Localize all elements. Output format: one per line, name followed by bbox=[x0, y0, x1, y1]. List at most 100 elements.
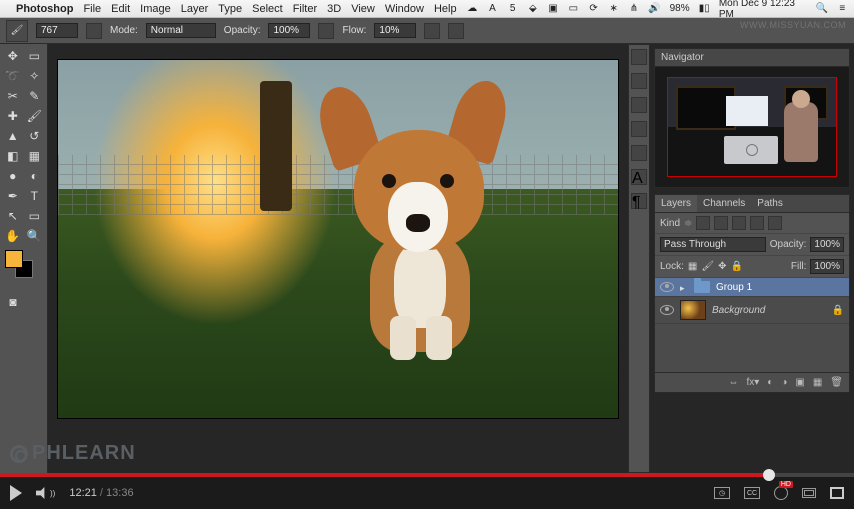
paragraph-panel-icon[interactable]: ¶ bbox=[631, 193, 647, 209]
menu-edit[interactable]: Edit bbox=[111, 3, 130, 15]
menu-image[interactable]: Image bbox=[140, 3, 171, 15]
gradient-tool-icon[interactable]: ▦ bbox=[24, 146, 46, 166]
quickmask-icon[interactable]: ◙ bbox=[2, 292, 24, 312]
play-button[interactable] bbox=[10, 485, 22, 501]
navigator-preview[interactable] bbox=[655, 67, 849, 187]
menu-help[interactable]: Help bbox=[434, 3, 457, 15]
menu-file[interactable]: File bbox=[83, 3, 101, 15]
watch-later-icon[interactable]: ◷ bbox=[714, 487, 730, 499]
blend-mode-select[interactable]: Pass Through bbox=[660, 237, 766, 252]
spotlight-icon[interactable]: 🔍 bbox=[816, 3, 828, 15]
airbrush-icon[interactable] bbox=[424, 23, 440, 39]
opacity-field[interactable]: 100% bbox=[268, 23, 310, 38]
marquee-tool-icon[interactable]: ▭ bbox=[24, 46, 46, 66]
layer-row-group[interactable]: Group 1 bbox=[655, 278, 849, 297]
heal-tool-icon[interactable]: ✚ bbox=[2, 106, 24, 126]
tab-paths[interactable]: Paths bbox=[751, 195, 789, 212]
battery-icon[interactable]: ▮▯ bbox=[699, 3, 710, 15]
notification-center-icon[interactable]: ≡ bbox=[837, 3, 848, 15]
volume-control[interactable]: )) bbox=[36, 487, 55, 499]
menubar-clock[interactable]: Mon Dec 9 12:23 PM bbox=[719, 0, 807, 20]
flow-field[interactable]: 10% bbox=[374, 23, 416, 38]
document-canvas[interactable] bbox=[58, 60, 618, 418]
properties-panel-icon[interactable] bbox=[631, 97, 647, 113]
crop-tool-icon[interactable]: ✂ bbox=[2, 86, 24, 106]
cloud-icon[interactable]: ☁ bbox=[467, 3, 478, 15]
brush-tool-icon[interactable]: 🖌 bbox=[24, 106, 46, 126]
filter-smart-icon[interactable] bbox=[768, 216, 782, 230]
menu-type[interactable]: Type bbox=[218, 3, 242, 15]
new-layer-icon[interactable]: ▦ bbox=[813, 377, 822, 388]
blur-tool-icon[interactable]: ● bbox=[2, 166, 24, 186]
delete-layer-icon[interactable]: 🗑 bbox=[830, 377, 843, 388]
link-layers-icon[interactable]: ⇔ bbox=[728, 377, 738, 388]
settings-button[interactable]: HD bbox=[774, 486, 788, 500]
menu-layer[interactable]: Layer bbox=[181, 3, 209, 15]
menu-filter[interactable]: Filter bbox=[293, 3, 317, 15]
fill-field[interactable]: 100% bbox=[810, 259, 844, 274]
sync-icon[interactable]: ⟳ bbox=[588, 3, 599, 15]
move-tool-icon[interactable]: ✥ bbox=[2, 46, 24, 66]
lasso-tool-icon[interactable]: ➰ bbox=[2, 66, 24, 86]
tab-layers[interactable]: Layers bbox=[655, 195, 697, 212]
dropbox-icon[interactable]: ⬙ bbox=[527, 3, 538, 15]
shape-tool-icon[interactable]: ▭ bbox=[24, 206, 46, 226]
filter-adj-icon[interactable] bbox=[714, 216, 728, 230]
lock-all-icon[interactable]: 🔒 bbox=[730, 261, 742, 272]
stamp-tool-icon[interactable]: ▲ bbox=[2, 126, 24, 146]
menu-select[interactable]: Select bbox=[252, 3, 283, 15]
filter-type-icon[interactable] bbox=[732, 216, 746, 230]
menu-window[interactable]: Window bbox=[385, 3, 424, 15]
canvas-area[interactable] bbox=[48, 44, 628, 473]
layer-name[interactable]: Group 1 bbox=[716, 282, 752, 293]
brush-tool-preset-icon[interactable]: 🖌 bbox=[6, 20, 28, 42]
volume-icon[interactable]: 🔊 bbox=[649, 3, 661, 15]
menu-view[interactable]: View bbox=[351, 3, 375, 15]
filter-pixel-icon[interactable] bbox=[696, 216, 710, 230]
group-twirl-icon[interactable] bbox=[680, 283, 688, 291]
lock-trans-icon[interactable]: ▦ bbox=[688, 261, 697, 272]
brush-panel-toggle-icon[interactable] bbox=[86, 23, 102, 39]
character-panel-icon[interactable]: A bbox=[631, 169, 647, 185]
wifi-icon[interactable]: ⋔ bbox=[628, 3, 639, 15]
finder-icon[interactable]: ▣ bbox=[547, 3, 558, 15]
info-panel-icon[interactable] bbox=[631, 145, 647, 161]
zoom-tool-icon[interactable]: 🔍 bbox=[24, 226, 46, 246]
visibility-toggle-icon[interactable] bbox=[660, 305, 674, 315]
layer-row-background[interactable]: Background 🔒 bbox=[655, 297, 849, 324]
cc-button[interactable]: CC bbox=[744, 487, 760, 499]
foreground-swatch[interactable] bbox=[5, 250, 23, 268]
tablet-pressure-icon[interactable] bbox=[448, 23, 464, 39]
hand-tool-icon[interactable]: ✋ bbox=[2, 226, 24, 246]
wand-tool-icon[interactable]: ✧ bbox=[24, 66, 46, 86]
blend-mode-select[interactable]: Normal bbox=[146, 23, 216, 38]
color-swatches[interactable] bbox=[2, 250, 42, 286]
adobe-icon[interactable]: A bbox=[487, 3, 498, 15]
layer-name[interactable]: Background bbox=[712, 305, 765, 316]
layer-opacity-field[interactable]: 100% bbox=[810, 237, 844, 252]
filter-shape-icon[interactable] bbox=[750, 216, 764, 230]
group-icon[interactable]: ▣ bbox=[795, 377, 804, 388]
fx-icon[interactable]: fx▾ bbox=[746, 377, 759, 388]
actions-panel-icon[interactable] bbox=[631, 73, 647, 89]
brush-panel-icon[interactable] bbox=[631, 121, 647, 137]
dodge-tool-icon[interactable]: ◐ bbox=[24, 166, 46, 186]
history-brush-tool-icon[interactable]: ↺ bbox=[24, 126, 46, 146]
path-tool-icon[interactable]: ↖ bbox=[2, 206, 24, 226]
bluetooth-icon[interactable]: ∗ bbox=[608, 3, 619, 15]
eraser-tool-icon[interactable]: ◧ bbox=[2, 146, 24, 166]
theater-mode-button[interactable] bbox=[802, 488, 816, 498]
display-icon[interactable]: ▭ bbox=[568, 3, 579, 15]
navigator-tab[interactable]: Navigator bbox=[655, 49, 849, 67]
pen-tool-icon[interactable]: ✒ bbox=[2, 186, 24, 206]
brush-size-field[interactable]: 767 bbox=[36, 23, 78, 38]
app-name[interactable]: Photoshop bbox=[16, 3, 73, 15]
visibility-toggle-icon[interactable] bbox=[660, 282, 674, 292]
lock-paint-icon[interactable]: 🖌 bbox=[701, 261, 714, 272]
fullscreen-button[interactable] bbox=[830, 487, 844, 499]
type-tool-icon[interactable]: T bbox=[24, 186, 46, 206]
eyedropper-tool-icon[interactable]: ✎ bbox=[24, 86, 46, 106]
opacity-pressure-icon[interactable] bbox=[318, 23, 334, 39]
menu-3d[interactable]: 3D bbox=[327, 3, 341, 15]
adjustment-icon[interactable]: ◑ bbox=[781, 377, 787, 388]
